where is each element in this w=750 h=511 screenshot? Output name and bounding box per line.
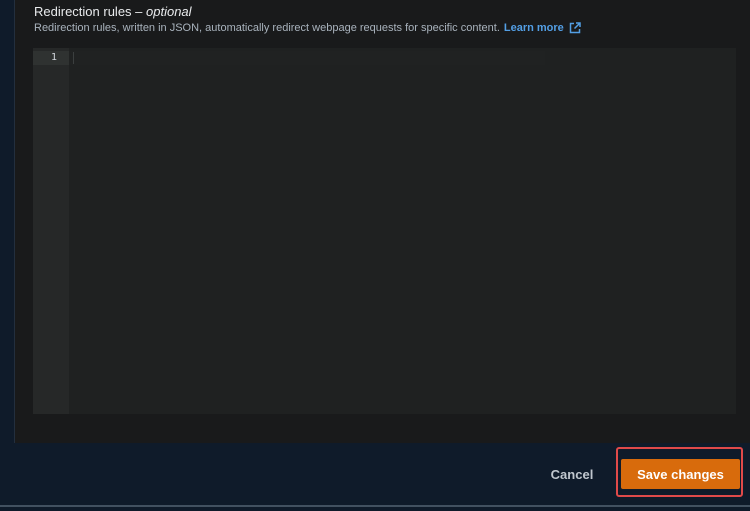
section-label: Redirection rules – optional [34,4,192,19]
section-title: Redirection rules [34,4,132,19]
active-line-highlight [69,51,545,65]
save-changes-button[interactable]: Save changes [621,459,740,489]
json-code-editor[interactable]: 1 [33,48,736,414]
learn-more-link[interactable]: Learn more [504,22,564,34]
bottom-divider [0,505,750,507]
code-input-area[interactable] [69,48,736,414]
section-description: Redirection rules, written in JSON, auto… [34,22,581,34]
line-number-gutter: 1 [33,48,69,414]
page: Redirection rules – optional Redirection… [0,0,750,511]
gutter-active-line: 1 [33,51,69,65]
text-cursor [73,52,74,64]
line-number: 1 [50,52,57,63]
optional-label: optional [146,4,192,19]
external-link-icon[interactable] [569,22,581,34]
description-text: Redirection rules, written in JSON, auto… [34,22,500,34]
cancel-button[interactable]: Cancel [540,459,604,489]
label-separator: – [131,4,147,19]
redirection-rules-panel: Redirection rules – optional Redirection… [14,0,750,443]
